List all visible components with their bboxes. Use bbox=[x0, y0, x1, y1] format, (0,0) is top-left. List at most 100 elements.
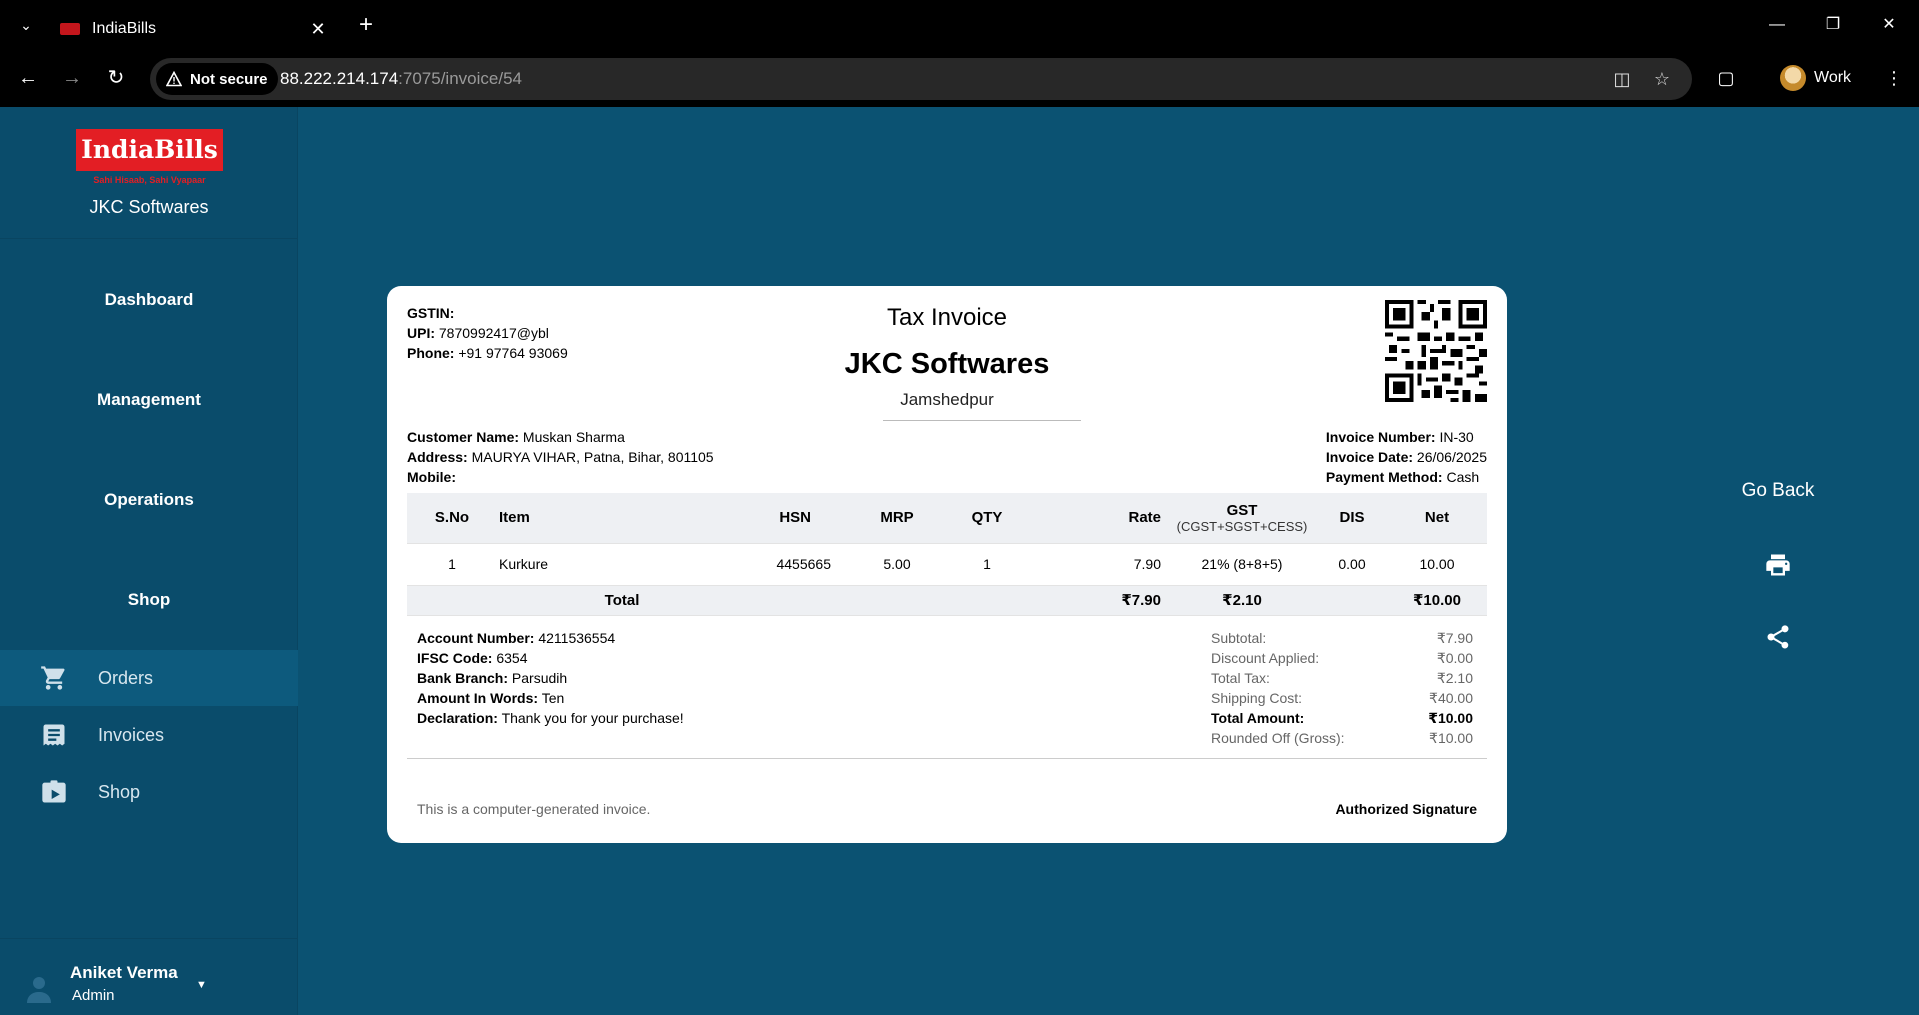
address-bar[interactable]: Not secure 88.222.214.174:7075/invoice/5… bbox=[150, 58, 1692, 100]
share-icon[interactable] bbox=[1764, 623, 1792, 651]
sidebar-item-shop[interactable]: Shop bbox=[0, 764, 298, 820]
col-gst-label: GST bbox=[1226, 501, 1258, 519]
user-role: Admin bbox=[72, 987, 115, 1004]
amount-words-label: Amount In Words: bbox=[417, 690, 539, 706]
sidebar-section-operations[interactable]: Operations bbox=[0, 490, 298, 510]
customer-name: Muskan Sharma bbox=[522, 429, 625, 445]
sidebar: IndiaBills Sahi Hisaab, Sahi Vyapaar JKC… bbox=[0, 107, 298, 1015]
declaration: Thank you for your purchase! bbox=[501, 710, 684, 726]
summary-shipping: Shipping Cost: ₹40.00 bbox=[1211, 690, 1473, 706]
security-chip[interactable]: Not secure bbox=[156, 63, 278, 95]
forward-arrow-icon[interactable]: → bbox=[58, 64, 86, 92]
sidebar-section-management[interactable]: Management bbox=[0, 390, 298, 410]
browser-toolbar: ← → ↻ Not secure 88.222.214.174:7075/inv… bbox=[0, 50, 1919, 107]
cell-hsn: 4455665 bbox=[737, 543, 837, 586]
tab-search-chevron-icon[interactable]: ⌄ bbox=[14, 14, 38, 36]
url-host: 88.222.214.174 bbox=[280, 69, 399, 88]
summary-total-amount: Total Amount: ₹10.00 bbox=[1211, 710, 1473, 726]
url-text[interactable]: 88.222.214.174:7075/invoice/54 bbox=[280, 69, 522, 89]
browser-tab[interactable]: IndiaBills ✕ bbox=[48, 8, 340, 50]
col-dis: DIS bbox=[1317, 493, 1387, 544]
favicon-icon bbox=[60, 23, 80, 35]
bank-branch: Parsudih bbox=[511, 670, 568, 686]
security-label: Not secure bbox=[190, 70, 268, 88]
warning-icon bbox=[166, 71, 182, 87]
computer-generated-note: This is a computer-generated invoice. bbox=[417, 801, 651, 817]
user-name: Aniket Verma bbox=[70, 963, 178, 982]
declaration-label: Declaration: bbox=[417, 710, 498, 726]
user-menu[interactable]: Aniket Verma Admin ▼ bbox=[0, 938, 298, 1015]
total-gst: ₹2.10 bbox=[1167, 585, 1317, 616]
logo-wordmark: IndiaBills bbox=[76, 129, 223, 171]
header-divider bbox=[883, 420, 1081, 421]
summary-total-tax: Total Tax: ₹2.10 bbox=[1211, 670, 1473, 686]
browser-menu-icon[interactable]: ⋮ bbox=[1880, 64, 1908, 92]
receipt-icon bbox=[43, 724, 65, 746]
cell-gst: 21% (8+8+5) bbox=[1167, 543, 1317, 586]
reload-icon[interactable]: ↻ bbox=[102, 64, 130, 92]
sidebar-item-label: Invoices bbox=[98, 724, 165, 745]
amount-in-words: Ten bbox=[541, 690, 565, 706]
table-header-row: S.No Item HSN MRP QTY Rate GST (CGST+SGST… bbox=[407, 493, 1487, 544]
invoice-meta: Invoice Number: IN-30 Invoice Date: 26/0… bbox=[1326, 427, 1487, 487]
profile-name: Work bbox=[1814, 69, 1852, 86]
total-net: ₹10.00 bbox=[1387, 585, 1487, 616]
upi-qr-code bbox=[1385, 300, 1487, 402]
invoice-title: Tax Invoice bbox=[886, 304, 1008, 331]
store-icon bbox=[42, 780, 66, 803]
cell-sno: 1 bbox=[407, 543, 497, 586]
col-rate: Rate bbox=[1017, 493, 1167, 544]
col-gst-sub: (CGST+SGST+CESS) bbox=[1176, 518, 1308, 534]
invoice-city: Jamshedpur bbox=[900, 390, 994, 409]
invoice-items-table: S.No Item HSN MRP QTY Rate GST (CGST+SGST… bbox=[407, 493, 1487, 616]
cell-rate: 7.90 bbox=[1017, 543, 1167, 586]
footer-divider bbox=[407, 758, 1487, 759]
authorized-signature: Authorized Signature bbox=[1335, 801, 1477, 817]
invoice-date-label: Invoice Date: bbox=[1325, 449, 1414, 465]
user-avatar-icon bbox=[27, 977, 51, 1003]
sidebar-section-shop[interactable]: Shop bbox=[0, 590, 298, 610]
col-mrp: MRP bbox=[837, 493, 957, 544]
restore-icon[interactable]: ❐ bbox=[1810, 10, 1856, 40]
sidebar-item-orders[interactable]: Orders bbox=[0, 650, 298, 706]
table-total-row: Total ₹7.90 ₹2.10 ₹10.00 bbox=[407, 585, 1487, 616]
window-close-icon[interactable]: ✕ bbox=[1866, 10, 1912, 40]
invoice-card: GSTIN: UPI: 7870992417@ybl Phone: +91 97… bbox=[387, 286, 1507, 843]
account-label: Account Number: bbox=[417, 630, 535, 646]
cell-net: 10.00 bbox=[1387, 543, 1487, 586]
customer-name-label: Customer Name: bbox=[407, 429, 520, 445]
col-sno: S.No bbox=[407, 493, 497, 544]
bookmark-star-icon[interactable]: ☆ bbox=[1650, 67, 1674, 91]
cell-mrp: 5.00 bbox=[837, 543, 957, 586]
col-item: Item bbox=[497, 493, 737, 544]
col-qty: QTY bbox=[957, 493, 1017, 544]
account-number: 4211536554 bbox=[538, 630, 616, 646]
sidebar-section-dashboard[interactable]: Dashboard bbox=[0, 290, 298, 310]
customer-details: Customer Name: Muskan Sharma Address: MA… bbox=[407, 427, 714, 487]
total-rate: ₹7.90 bbox=[1017, 585, 1167, 616]
profile-avatar bbox=[1780, 65, 1806, 91]
invoice-company-name: JKC Softwares bbox=[844, 348, 1050, 380]
indiabills-logo[interactable]: IndiaBills Sahi Hisaab, Sahi Vyapaar bbox=[76, 129, 223, 191]
minimize-icon[interactable]: — bbox=[1754, 10, 1800, 40]
profile-button[interactable]: Work bbox=[1780, 62, 1851, 94]
tab-title: IndiaBills bbox=[92, 20, 157, 37]
summary-rounded-off: Rounded Off (Gross): ₹10.00 bbox=[1211, 730, 1473, 746]
sidebar-item-invoices[interactable]: Invoices bbox=[0, 707, 298, 763]
table-row: 1 Kurkure 4455665 5.00 1 7.90 21% (8+8+5… bbox=[407, 543, 1487, 586]
translate-icon[interactable]: ◫ bbox=[1610, 67, 1634, 91]
go-back-button[interactable]: Go Back bbox=[1730, 480, 1826, 502]
summary-discount: Discount Applied: ₹0.00 bbox=[1211, 650, 1473, 666]
cell-dis: 0.00 bbox=[1317, 543, 1387, 586]
mobile-label: Mobile: bbox=[407, 469, 456, 485]
tab-close-icon[interactable]: ✕ bbox=[306, 17, 330, 41]
print-icon[interactable] bbox=[1764, 551, 1792, 579]
logo-tagline: Sahi Hisaab, Sahi Vyapaar bbox=[93, 175, 206, 185]
back-arrow-icon[interactable]: ← bbox=[14, 64, 42, 92]
new-tab-button[interactable]: + bbox=[352, 12, 380, 40]
browser-tab-strip: ⌄ IndiaBills ✕ + — ❐ ✕ bbox=[0, 0, 1919, 50]
chevron-down-icon[interactable]: ▼ bbox=[196, 979, 210, 993]
sidebar-item-label: Orders bbox=[98, 667, 154, 688]
sidebar-company-name: JKC Softwares bbox=[89, 197, 209, 217]
extensions-icon[interactable]: ▢ bbox=[1712, 64, 1740, 92]
